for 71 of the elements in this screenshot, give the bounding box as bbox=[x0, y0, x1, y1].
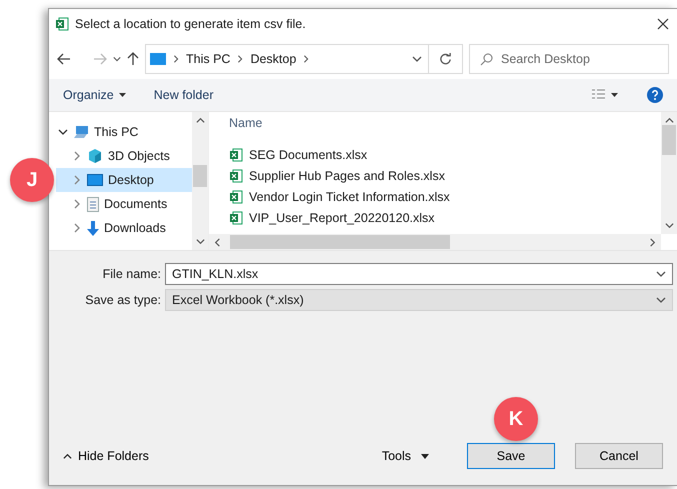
computer-icon bbox=[73, 125, 89, 139]
field-label: Save as type: bbox=[84, 293, 161, 307]
file-item[interactable]: Supplier Hub Pages and Roles.xlsx bbox=[229, 165, 661, 186]
monitor-icon bbox=[150, 53, 166, 65]
save-button[interactable]: Save bbox=[467, 443, 555, 469]
horizontal-scrollbar[interactable] bbox=[209, 234, 661, 250]
chevron-up-icon bbox=[196, 116, 204, 125]
folder-tree-item[interactable]: Desktop bbox=[56, 168, 192, 192]
spreadsheet-icon bbox=[55, 17, 69, 31]
monitor-icon bbox=[87, 174, 103, 186]
up-arrow-icon[interactable] bbox=[127, 52, 139, 66]
vertical-scrollbar[interactable] bbox=[661, 112, 677, 234]
spreadsheet-icon bbox=[229, 210, 243, 224]
help-icon[interactable] bbox=[647, 87, 663, 103]
organize-menu[interactable]: Organize bbox=[63, 88, 126, 102]
chevron-right-icon bbox=[72, 223, 82, 233]
refresh-icon[interactable] bbox=[439, 52, 452, 66]
spreadsheet-icon bbox=[229, 148, 243, 162]
breadcrumb-item[interactable]: Desktop bbox=[250, 52, 296, 66]
chevron-down-icon bbox=[656, 269, 666, 279]
chevron-right-icon bbox=[72, 151, 82, 161]
folder-tree-item[interactable]: This PC bbox=[56, 120, 192, 144]
folder-tree-item[interactable]: Downloads bbox=[56, 216, 192, 240]
vertical-scrollbar[interactable] bbox=[192, 112, 208, 250]
chevron-down-icon bbox=[113, 55, 121, 63]
chevron-right-icon bbox=[72, 175, 82, 185]
spreadsheet-icon bbox=[229, 190, 243, 204]
column-header[interactable]: Name bbox=[229, 116, 262, 130]
chevron-right-icon bbox=[302, 55, 310, 63]
scrollbar-thumb[interactable] bbox=[662, 125, 676, 155]
back-arrow-icon[interactable] bbox=[57, 53, 71, 65]
window-title: Select a location to generate item csv file. bbox=[75, 17, 307, 31]
file-item[interactable]: VIP_User_Report_20220120.xlsx bbox=[229, 207, 661, 228]
chevron-up-icon bbox=[63, 452, 72, 460]
cube-icon bbox=[87, 148, 103, 164]
chevron-down-icon bbox=[656, 295, 666, 305]
search-icon bbox=[480, 52, 493, 66]
file-name-field[interactable]: GTIN_KLN.xlsx bbox=[165, 263, 673, 285]
cancel-button[interactable]: Cancel bbox=[575, 443, 663, 469]
breadcrumb-item[interactable]: This PC bbox=[186, 52, 230, 66]
caret-down-icon bbox=[421, 454, 429, 458]
document-icon bbox=[87, 196, 99, 212]
folder-tree-item[interactable]: Documents bbox=[56, 192, 192, 216]
chevron-down-icon bbox=[664, 221, 674, 230]
chevron-right-icon bbox=[172, 55, 180, 63]
tools-menu[interactable]: Tools bbox=[376, 448, 435, 464]
search-field[interactable]: Search Desktop bbox=[469, 44, 669, 74]
file-item[interactable]: Vendor Login Ticket Information.xlsx bbox=[229, 186, 661, 207]
address-bar[interactable]: This PC Desktop bbox=[145, 44, 463, 74]
chevron-down-icon bbox=[58, 127, 68, 137]
chevron-right-icon bbox=[72, 199, 82, 209]
close-icon[interactable] bbox=[657, 18, 669, 30]
scrollbar-thumb[interactable] bbox=[230, 235, 450, 249]
callout-badge: J bbox=[10, 158, 54, 202]
hide-folders-button[interactable]: Hide Folders bbox=[57, 448, 155, 464]
chevron-right-icon bbox=[648, 238, 657, 246]
scrollbar-thumb[interactable] bbox=[193, 165, 207, 187]
caret-down-icon bbox=[118, 93, 126, 97]
folder-tree-item[interactable]: 3D Objects bbox=[56, 144, 192, 168]
new-folder-button[interactable]: New folder bbox=[154, 88, 214, 102]
chevron-left-icon bbox=[213, 238, 222, 246]
chevron-down-icon bbox=[412, 54, 422, 64]
chevron-down-icon bbox=[196, 237, 204, 246]
file-item[interactable]: SEG Documents.xlsx bbox=[229, 144, 661, 165]
chevron-up-icon bbox=[664, 116, 674, 125]
spreadsheet-icon bbox=[229, 168, 243, 182]
download-arrow-icon bbox=[87, 220, 99, 236]
file-type-dropdown[interactable]: Excel Workbook (*.xlsx) bbox=[165, 289, 673, 311]
forward-arrow-icon[interactable] bbox=[93, 53, 107, 65]
chevron-right-icon bbox=[236, 55, 244, 63]
field-label: File name: bbox=[102, 267, 161, 281]
